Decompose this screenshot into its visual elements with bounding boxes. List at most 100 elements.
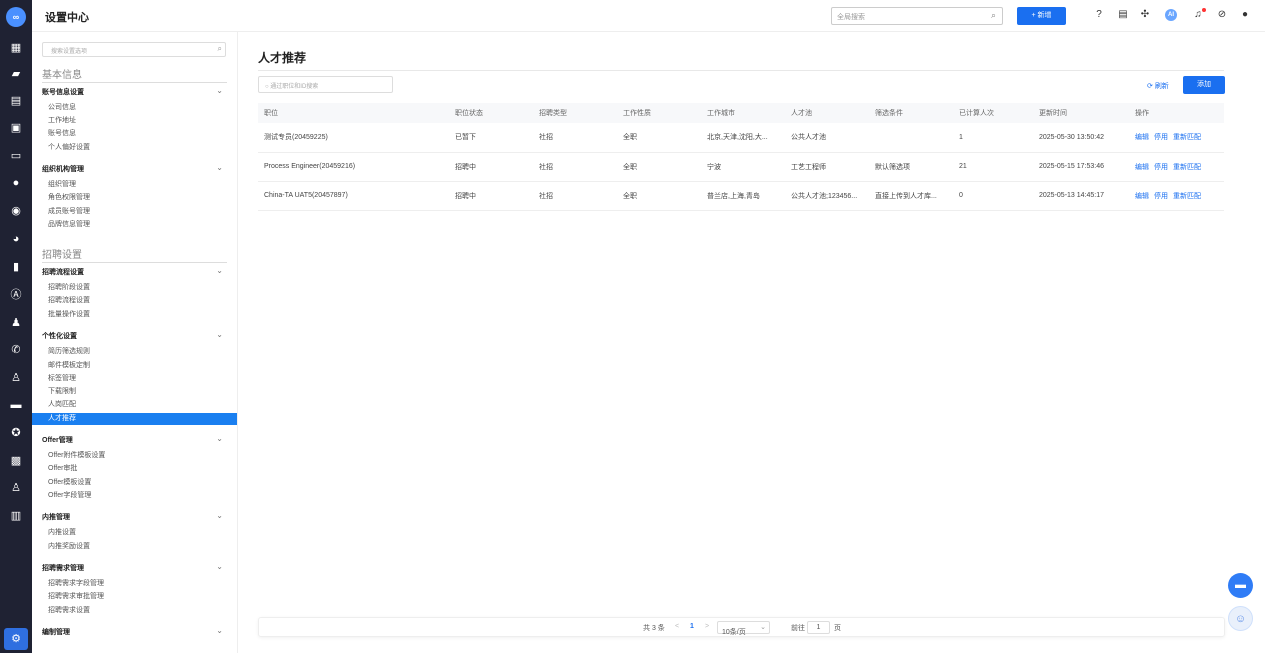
rematch-link[interactable]: 重新匹配 xyxy=(1173,134,1201,141)
settings-icon[interactable]: ⚙ xyxy=(4,628,28,650)
board-icon[interactable]: ▣ xyxy=(8,120,24,136)
sidebar-item[interactable]: 批量操作设置 xyxy=(48,309,90,321)
sidebar-item[interactable]: 简历筛选规则 xyxy=(48,346,90,358)
new-button[interactable]: + 新增 xyxy=(1017,7,1066,25)
global-search-input[interactable]: 全局搜索 ⌕ xyxy=(831,7,1003,25)
top-bar: 设置中心 全局搜索 ⌕ + 新增 ? ▤ ✣ AI ♫ ⊘ ● xyxy=(32,0,1265,32)
sidebar-item[interactable]: 招聘需求审批管理 xyxy=(48,591,104,603)
message-icon[interactable]: ▬ xyxy=(8,397,24,413)
sidebar-item[interactable]: 公司信息 xyxy=(48,102,76,114)
clipboard-icon[interactable]: ▤ xyxy=(1117,9,1129,21)
sidebar-item[interactable]: 内推设置 xyxy=(48,527,76,539)
prev-page-button[interactable]: < xyxy=(675,623,679,630)
icon-rail: ∞ ▦ ▰ ▤ ▣ ▭ ● ◉ ◕ ▮ Ⓐ ♟ ✆ ♙ ▬ ✪ ▩ ♙ ▥ ⚙ xyxy=(0,0,32,653)
chevron-down-icon: ⌄ xyxy=(216,86,223,95)
sidebar-item[interactable]: 工作地址 xyxy=(48,115,76,127)
sidebar-item[interactable]: Offer附件模板设置 xyxy=(48,450,105,462)
clipboard-icon[interactable]: ▥ xyxy=(8,508,24,524)
group-account[interactable]: 账号信息设置 ⌄ xyxy=(42,86,227,99)
help-icon[interactable]: ? xyxy=(1093,9,1105,21)
gear-circle-icon[interactable]: ✪ xyxy=(8,425,24,441)
bell-icon[interactable]: ♫ xyxy=(1192,8,1206,21)
sidebar-item[interactable]: 招聘需求设置 xyxy=(48,605,90,617)
sidebar-item[interactable]: Offer模板设置 xyxy=(48,477,91,489)
search-icon: ⌕ xyxy=(990,10,996,20)
next-page-button[interactable]: > xyxy=(705,623,709,630)
disable-link[interactable]: 停用 xyxy=(1154,134,1168,141)
group-referral[interactable]: 内推管理 ⌄ xyxy=(42,511,227,524)
user-avatar-icon[interactable]: ● xyxy=(1239,9,1251,21)
disable-link[interactable]: 停用 xyxy=(1154,164,1168,171)
table-cell: 默认筛选项 xyxy=(869,152,953,182)
chat-icon[interactable]: ● xyxy=(8,175,24,191)
edit-link[interactable]: 编辑 xyxy=(1135,164,1149,171)
chat-bubble-icon[interactable]: ▬ xyxy=(1228,573,1253,598)
divider xyxy=(42,82,227,83)
sidebar-item[interactable]: 招聘需求字段管理 xyxy=(48,578,104,590)
document-icon[interactable]: ▤ xyxy=(8,93,24,109)
puzzle-icon[interactable]: ✣ xyxy=(1139,9,1151,21)
users-icon[interactable]: ♟ xyxy=(8,315,24,331)
job-title-link[interactable]: Process Engineer(20459216) xyxy=(258,152,449,182)
group-staffing[interactable]: 编制管理 ⌄ xyxy=(42,626,227,639)
refresh-button[interactable]: ⟳ 刷新 xyxy=(1147,81,1169,91)
current-page[interactable]: 1 xyxy=(690,623,694,630)
sidebar-item[interactable]: 招聘流程设置 xyxy=(48,295,90,307)
user-add-icon[interactable]: ♙ xyxy=(8,370,24,386)
sidebar-item[interactable]: 个人偏好设置 xyxy=(48,142,90,154)
table-cell: 普兰店,上海,青岛 xyxy=(701,181,785,211)
column-header: 筛选条件 xyxy=(869,103,953,123)
edit-link[interactable]: 编辑 xyxy=(1135,134,1149,141)
sidebar-item[interactable]: 招聘阶段设置 xyxy=(48,282,90,294)
refresh-label: 刷新 xyxy=(1154,83,1169,90)
ai-icon[interactable]: AI xyxy=(1165,9,1177,21)
row-actions: 编辑 停用 重新匹配 xyxy=(1129,152,1224,182)
sidebar-item-talent-recommend[interactable]: 人才推荐 xyxy=(32,413,237,425)
sidebar-item[interactable]: Offer字段管理 xyxy=(48,490,91,502)
group-offer[interactable]: Offer管理 ⌄ xyxy=(42,434,227,447)
sidebar-item[interactable]: 人岗匹配 xyxy=(48,399,76,411)
sidebar-item[interactable]: Offer审批 xyxy=(48,463,77,475)
sidebar-item[interactable]: 成员账号管理 xyxy=(48,206,90,218)
rematch-link[interactable]: 重新匹配 xyxy=(1173,193,1201,200)
sidebar-item[interactable]: 组织管理 xyxy=(48,179,76,191)
phone-icon[interactable]: ✆ xyxy=(8,342,24,358)
sidebar-item[interactable]: 账号信息 xyxy=(48,128,76,140)
edit-link[interactable]: 编辑 xyxy=(1135,193,1149,200)
sidebar-item[interactable]: 品牌信息管理 xyxy=(48,219,90,231)
group-custom[interactable]: 个性化设置 ⌄ xyxy=(42,330,227,343)
table-cell: 1 xyxy=(953,123,1033,153)
row-actions: 编辑 停用 重新匹配 xyxy=(1129,123,1224,153)
id-card-icon[interactable]: ▩ xyxy=(8,453,24,469)
goto-page-input[interactable]: 1 xyxy=(807,621,830,634)
person-icon[interactable]: ♙ xyxy=(8,480,24,496)
sidebar-item[interactable]: 邮件模板定制 xyxy=(48,360,90,372)
add-button[interactable]: 添加 xyxy=(1183,76,1225,94)
compass-icon[interactable]: ⊘ xyxy=(1216,9,1228,21)
circle-icon[interactable]: ◉ xyxy=(8,203,24,219)
bar-chart-icon[interactable]: ▮ xyxy=(8,259,24,275)
job-search-input[interactable]: ○ 通过职位和ID搜索 xyxy=(258,76,393,93)
sidebar-item[interactable]: 角色权限管理 xyxy=(48,192,90,204)
sidebar-item[interactable]: 标签管理 xyxy=(48,373,76,385)
group-org[interactable]: 组织机构管理 ⌄ xyxy=(42,163,227,176)
briefcase-icon[interactable]: ▰ xyxy=(8,66,24,82)
badge-icon[interactable]: Ⓐ xyxy=(8,287,24,303)
grid-icon[interactable]: ▦ xyxy=(8,40,24,56)
card-icon[interactable]: ▭ xyxy=(8,148,24,164)
job-title-link[interactable]: 测试专员(20459225) xyxy=(258,123,449,153)
settings-search-input[interactable]: 搜索设置选项 ⌕ xyxy=(42,42,226,57)
infinity-logo-icon[interactable]: ∞ xyxy=(6,7,26,27)
robot-assistant-icon[interactable]: ☺ xyxy=(1228,606,1253,631)
disable-link[interactable]: 停用 xyxy=(1154,193,1168,200)
group-flow[interactable]: 招聘流程设置 ⌄ xyxy=(42,266,227,279)
group-label: 内推管理 xyxy=(42,514,70,521)
rematch-link[interactable]: 重新匹配 xyxy=(1173,164,1201,171)
group-demand[interactable]: 招聘需求管理 ⌄ xyxy=(42,562,227,575)
job-title-link[interactable]: China-TA UAT5(20457897) xyxy=(258,181,449,211)
table-cell: 全职 xyxy=(617,123,701,153)
page-size-select[interactable]: 10条/页 ⌄ xyxy=(717,621,770,636)
sidebar-item[interactable]: 内推奖励设置 xyxy=(48,541,90,553)
pie-icon[interactable]: ◕ xyxy=(8,231,24,247)
sidebar-item[interactable]: 下载限制 xyxy=(48,386,76,398)
